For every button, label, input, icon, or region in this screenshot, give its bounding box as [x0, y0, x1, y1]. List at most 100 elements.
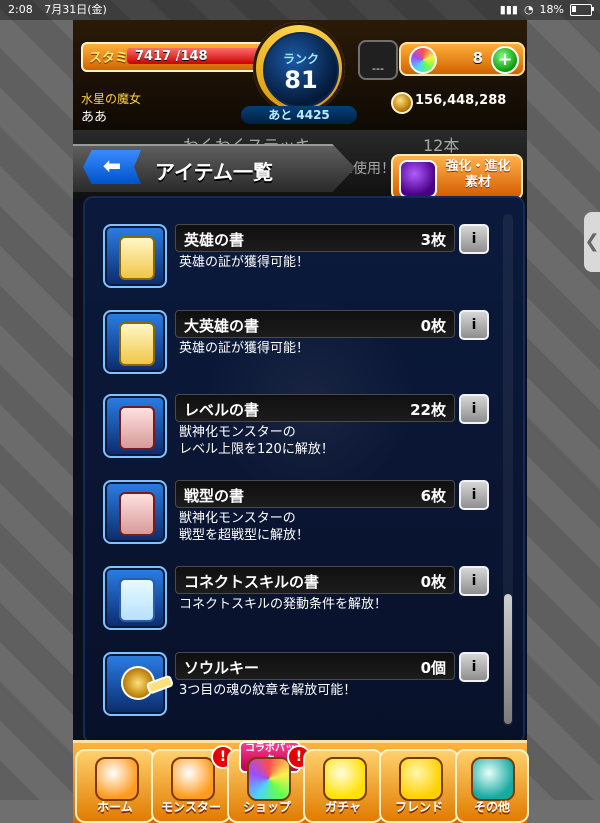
shop-icon — [247, 757, 291, 801]
item-icon — [103, 224, 167, 288]
rank-inner: ランク 81 — [263, 32, 339, 108]
scroll-icon — [119, 406, 155, 450]
list-item: 大英雄の書 0枚 i 英雄の証が獲得可能！ — [103, 310, 511, 384]
orb-bar[interactable]: 8 + — [399, 42, 525, 76]
scroll-icon — [119, 236, 155, 280]
item-icon — [103, 310, 167, 374]
player-title: 水星の魔女 — [81, 92, 142, 106]
rank-label: ランク — [282, 52, 319, 66]
game-frame: スタミナ 7417 /148 ランク 81 あと 4425 --- 8 + 水星… — [73, 20, 529, 823]
nav-monster[interactable]: ! モンスター — [151, 745, 235, 823]
orb-count: 8 — [472, 49, 483, 67]
info-button[interactable]: i — [459, 566, 489, 596]
item-name: レベルの書 — [184, 401, 260, 419]
battery-icon — [570, 4, 594, 16]
item-name: 英雄の書 — [184, 231, 245, 249]
info-button[interactable]: i — [459, 224, 489, 254]
item-description: 獣神化モンスターの 戦型を超戦型に解放！ — [179, 511, 310, 543]
item-icon — [103, 394, 167, 458]
bottom-nav: ホーム ! モンスター コラボパック 登場！ ! ショップ ガチャ フレンド そ… — [73, 740, 529, 823]
stamina-value: 7417 /148 — [135, 49, 208, 64]
status-left: 2:08 7月31日(金) — [8, 0, 107, 20]
wifi-icon: ◔ — [523, 3, 534, 16]
info-button[interactable]: i — [459, 310, 489, 340]
evolve-icon — [399, 160, 437, 198]
side-handle[interactable]: ❮ — [584, 212, 600, 272]
item-count: 0枚 — [420, 573, 446, 591]
page-title: アイテム一覧 — [155, 160, 273, 184]
coin-icon — [391, 92, 413, 114]
player-name: ああ — [81, 110, 108, 125]
item-description: 英雄の証が獲得可能！ — [179, 341, 310, 356]
list-item: コネクトスキルの書 0枚 i コネクトスキルの発動条件を解放！ — [103, 566, 511, 640]
info-button[interactable]: i — [459, 652, 489, 682]
monster-icon — [171, 757, 215, 801]
scroll-icon — [119, 578, 155, 622]
coin-count: 156,448,288 — [415, 93, 507, 108]
header-band: わくわくステッキ 12本 の付替えに使用！ ⬅ アイテム一覧 強化・進化 素材 — [73, 130, 527, 200]
nav-gacha-label: ガチャ — [325, 800, 361, 814]
item-name: 戦型の書 — [184, 487, 245, 505]
status-date: 7月31日(金) — [44, 3, 107, 16]
scroll-icon — [119, 322, 155, 366]
nav-home[interactable]: ホーム — [75, 749, 155, 823]
battery-percent: 18% — [539, 3, 564, 16]
back-button[interactable]: ⬅ — [83, 150, 141, 184]
item-name: ソウルキー — [184, 659, 260, 677]
nav-gacha[interactable]: ガチャ — [303, 749, 383, 823]
item-description: 3つ目の魂の紋章を解放可能！ — [179, 683, 357, 698]
item-name-bar: 戦型の書 6枚 — [175, 480, 455, 508]
nav-friend-label: フレンド — [394, 800, 443, 814]
item-count: 0枚 — [420, 317, 446, 335]
status-time: 2:08 — [8, 3, 33, 16]
item-icon — [103, 652, 167, 716]
nav-other-label: その他 — [473, 800, 510, 814]
item-icon — [103, 480, 167, 544]
item-description: コネクトスキルの発動条件を解放！ — [179, 597, 388, 612]
equipment-slot[interactable]: --- — [358, 40, 398, 80]
item-icon — [103, 566, 167, 630]
nav-shop[interactable]: コラボパック 登場！ ! ショップ — [227, 741, 311, 823]
signal-icon: ▮▮▮ — [499, 3, 518, 16]
scroll-icon — [119, 492, 155, 536]
add-orb-button[interactable]: + — [491, 46, 519, 74]
info-button[interactable]: i — [459, 480, 489, 510]
nav-home-label: ホーム — [97, 800, 133, 814]
evolve-material-button[interactable]: 強化・進化 素材 — [391, 154, 523, 200]
nav-other[interactable]: その他 — [455, 749, 529, 823]
orb-icon — [409, 46, 437, 74]
key-icon — [116, 661, 160, 705]
to-next-rank: あと 4425 — [241, 106, 357, 124]
item-name: コネクトスキルの書 — [184, 573, 320, 591]
list-item: ソウルキー 0個 i 3つ目の魂の紋章を解放可能！ — [103, 652, 511, 726]
list-item: 英雄の書 3枚 i 英雄の証が獲得可能！ — [103, 224, 511, 298]
item-count: 3枚 — [420, 231, 446, 249]
nav-friend[interactable]: フレンド — [379, 749, 459, 823]
top-bar: スタミナ 7417 /148 ランク 81 あと 4425 --- 8 + 水星… — [73, 20, 527, 130]
other-icon — [471, 757, 515, 801]
item-name: 大英雄の書 — [184, 317, 260, 335]
item-count: 6枚 — [420, 487, 446, 505]
rank-value: 81 — [284, 66, 318, 94]
back-arrow-icon: ⬅ — [102, 154, 122, 179]
list-item: 戦型の書 6枚 i 獣神化モンスターの 戦型を超戦型に解放！ — [103, 480, 511, 554]
status-bar: 2:08 7月31日(金) ▮▮▮ ◔ 18% — [0, 0, 600, 20]
item-name-bar: ソウルキー 0個 — [175, 652, 455, 680]
gacha-icon — [323, 757, 367, 801]
evolve-label: 強化・進化 素材 — [445, 159, 511, 190]
status-right: ▮▮▮ ◔ 18% — [499, 0, 594, 20]
item-list: 英雄の書 3枚 i 英雄の証が獲得可能！ 大英雄の書 0枚 i 英雄の証が獲得可… — [83, 196, 525, 744]
nav-monster-label: モンスター — [161, 800, 221, 814]
item-name-bar: レベルの書 22枚 — [175, 394, 455, 422]
item-count: 22枚 — [410, 401, 446, 419]
friend-icon — [399, 757, 443, 801]
nav-shop-label: ショップ — [242, 800, 291, 814]
info-button[interactable]: i — [459, 394, 489, 424]
item-count: 0個 — [420, 659, 446, 677]
equipment-slot-text: --- — [372, 62, 384, 75]
home-icon — [95, 757, 139, 801]
item-description: 英雄の証が獲得可能！ — [179, 255, 310, 270]
item-name-bar: 英雄の書 3枚 — [175, 224, 455, 252]
behind-item-count: 12本 — [423, 136, 460, 155]
rank-badge: ランク 81 — [253, 22, 345, 114]
